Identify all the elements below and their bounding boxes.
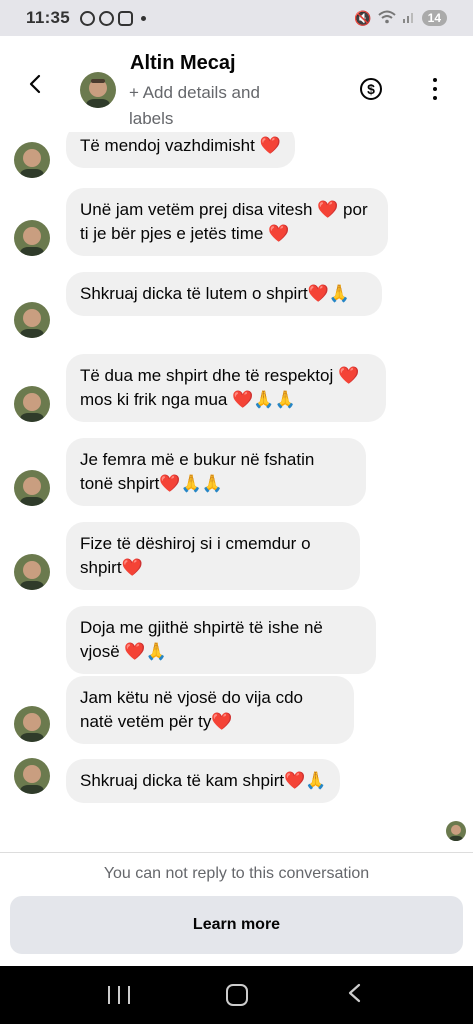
sender-avatar[interactable] <box>14 706 50 742</box>
instagram-icon <box>118 10 134 26</box>
seen-indicator-avatar <box>446 821 466 841</box>
messenger-icon <box>80 10 96 26</box>
battery-indicator: 14 <box>421 10 447 26</box>
footer-divider <box>0 852 473 853</box>
back-button[interactable] <box>24 72 48 96</box>
sender-avatar[interactable] <box>14 386 50 422</box>
back-nav-icon[interactable] <box>345 982 365 1009</box>
sender-avatar[interactable] <box>14 220 50 256</box>
message-bubble[interactable]: Je femra më e bukur në fshatin tonë shpi… <box>66 438 366 506</box>
message-bubble[interactable]: Fize të dëshiroj si i cmemdur o shpirt❤️ <box>66 522 360 590</box>
contact-name[interactable]: Altin Mecaj <box>130 52 236 75</box>
system-navigation-bar <box>0 966 473 1024</box>
status-bar: 11:35 🔇 14 <box>0 0 473 36</box>
message-bubble[interactable]: Jam këtu në vjosë do vija cdo natë vetëm… <box>66 676 354 744</box>
message-bubble[interactable]: Unë jam vetëm prej disa vitesh ❤️ por ti… <box>66 188 388 256</box>
chevron-left-icon <box>29 74 41 94</box>
recents-icon[interactable] <box>108 986 131 1004</box>
learn-more-button[interactable]: Learn more <box>10 896 463 954</box>
messenger-icon <box>99 10 115 26</box>
wifi-icon <box>377 10 396 27</box>
sender-avatar[interactable] <box>14 758 50 794</box>
message-bubble[interactable]: Shkruaj dicka të lutem o shpirt❤️🙏 <box>66 272 382 316</box>
sender-avatar[interactable] <box>14 470 50 506</box>
status-time: 11:35 <box>26 8 71 27</box>
signal-icon <box>402 10 416 27</box>
system-icons: 🔇 14 <box>354 10 447 27</box>
message-bubble[interactable]: Të mendoj vazhdimisht ❤️ <box>66 132 295 168</box>
sender-avatar[interactable] <box>14 302 50 338</box>
cannot-reply-notice: You can not reply to this conversation <box>103 865 370 882</box>
message-bubble[interactable]: Doja me gjithë shpirtë të ishe në vjosë … <box>66 606 376 674</box>
home-icon[interactable] <box>226 984 249 1006</box>
dollar-circle-icon[interactable]: $ <box>360 78 382 100</box>
conversation-header: Altin Mecaj + Add details and labels $ <box>0 36 473 132</box>
sender-avatar[interactable] <box>14 554 50 590</box>
sender-avatar[interactable] <box>14 142 50 178</box>
more-notifications-icon <box>141 15 147 21</box>
contact-avatar[interactable] <box>80 72 116 108</box>
add-details-link[interactable]: + Add details and labels <box>129 80 309 132</box>
vertical-ellipsis-icon[interactable] <box>430 78 440 100</box>
message-bubble[interactable]: Të dua me shpirt dhe të respektoj ❤️ mos… <box>66 354 386 422</box>
mute-icon: 🔇 <box>354 9 372 26</box>
notification-icons <box>80 10 147 26</box>
message-list[interactable]: Të mendoj vazhdimisht ❤️ Unë jam vetëm p… <box>0 132 473 852</box>
message-bubble[interactable]: Shkruaj dicka të kam shpirt❤️🙏 <box>66 759 341 803</box>
